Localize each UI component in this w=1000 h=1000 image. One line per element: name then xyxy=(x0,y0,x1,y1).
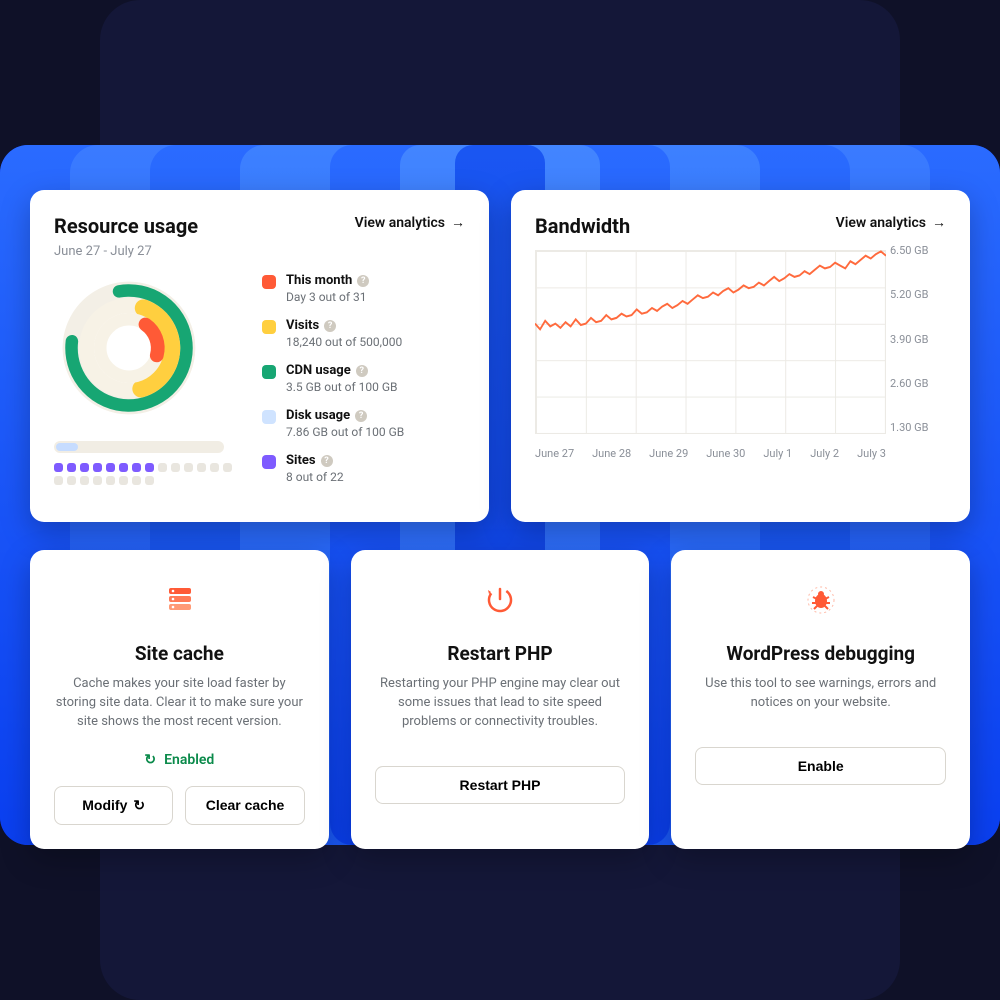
info-icon[interactable]: ? xyxy=(356,365,368,377)
view-analytics-label: View analytics xyxy=(836,215,926,231)
restart-php-label: Restart PHP xyxy=(460,777,541,793)
disk-progress-bar xyxy=(54,441,224,453)
y-tick-label: 3.90 GB xyxy=(890,333,946,346)
info-icon[interactable]: ? xyxy=(355,410,367,422)
legend-desc: 7.86 GB out of 100 GB xyxy=(286,425,404,439)
y-tick-label: 2.60 GB xyxy=(890,377,946,390)
cache-status: Enabled xyxy=(144,752,214,768)
legend-item: CDN usage? 3.5 GB out of 100 GB xyxy=(262,363,465,394)
legend-desc: 18,240 out of 500,000 xyxy=(286,335,402,349)
bandwidth-chart: 6.50 GB5.20 GB3.90 GB2.60 GB1.30 GB June… xyxy=(535,250,946,460)
legend-swatch xyxy=(262,410,276,424)
cache-status-label: Enabled xyxy=(164,752,214,768)
bandwidth-card: Bandwidth View analytics 6.50 GB 5.20 GB 3… xyxy=(511,190,970,522)
server-stack-icon xyxy=(159,580,199,620)
legend-label: Visits? xyxy=(286,318,336,333)
info-icon[interactable]: ? xyxy=(324,320,336,332)
bandwidth-title: Bandwidth xyxy=(535,214,630,238)
clear-cache-button[interactable]: Clear cache xyxy=(185,786,304,825)
php-desc: Restarting your PHP engine may clear out… xyxy=(375,675,626,732)
legend-swatch xyxy=(262,365,276,379)
resource-donut xyxy=(54,273,234,485)
view-analytics-link[interactable]: View analytics xyxy=(355,214,465,231)
legend-desc: 3.5 GB out of 100 GB xyxy=(286,380,397,394)
legend-swatch xyxy=(262,320,276,334)
debug-desc: Use this tool to see warnings, errors an… xyxy=(695,675,946,713)
x-tick-label: July 2 xyxy=(810,447,839,460)
php-title: Restart PHP xyxy=(375,642,626,665)
resource-usage-card: Resource usage June 27 - July 27 View an… xyxy=(30,190,489,522)
x-tick-label: July 3 xyxy=(857,447,886,460)
enable-debug-button[interactable]: Enable xyxy=(695,747,946,785)
restart-php-button[interactable]: Restart PHP xyxy=(375,766,626,804)
site-cache-card: Site cache Cache makes your site load fa… xyxy=(30,550,329,849)
arrow-right-icon xyxy=(932,214,946,231)
legend-swatch xyxy=(262,275,276,289)
x-tick-label: June 28 xyxy=(592,447,631,460)
info-icon[interactable]: ? xyxy=(357,275,369,287)
legend-desc: Day 3 out of 31 xyxy=(286,290,369,304)
modify-cache-button[interactable]: Modify xyxy=(54,786,173,825)
view-analytics-label: View analytics xyxy=(355,215,445,231)
legend-item: Visits? 18,240 out of 500,000 xyxy=(262,318,465,349)
legend-item: This month? Day 3 out of 31 xyxy=(262,273,465,304)
legend-label: Disk usage? xyxy=(286,408,367,423)
legend-label: Sites? xyxy=(286,453,333,468)
debug-title: WordPress debugging xyxy=(695,642,946,665)
x-tick-label: June 27 xyxy=(535,447,574,460)
x-tick-label: July 1 xyxy=(763,447,792,460)
refresh-icon xyxy=(144,752,156,768)
resource-title: Resource usage xyxy=(54,214,198,238)
x-tick-label: June 30 xyxy=(706,447,745,460)
view-analytics-link[interactable]: View analytics xyxy=(836,214,946,231)
wp-debug-card: WordPress debugging Use this tool to see… xyxy=(671,550,970,849)
info-icon[interactable]: ? xyxy=(321,455,333,467)
cache-title: Site cache xyxy=(54,642,305,665)
legend-desc: 8 out of 22 xyxy=(286,470,344,484)
y-tick-label: 6.50 GB xyxy=(890,244,946,257)
legend-item: Disk usage? 7.86 GB out of 100 GB xyxy=(262,408,465,439)
legend-item: Sites? 8 out of 22 xyxy=(262,453,465,484)
cache-desc: Cache makes your site load faster by sto… xyxy=(54,675,305,732)
x-tick-label: June 29 xyxy=(649,447,688,460)
legend-swatch xyxy=(262,455,276,469)
resource-legend: This month? Day 3 out of 31 Visits? 18,240 … xyxy=(262,273,465,498)
restart-php-card: Restart PHP Restarting your PHP engine m… xyxy=(351,550,650,849)
y-tick-label: 5.20 GB xyxy=(890,288,946,301)
enable-debug-label: Enable xyxy=(798,758,844,774)
sites-dot-grid xyxy=(54,463,234,485)
resource-date-range: June 27 - July 27 xyxy=(54,244,198,259)
legend-label: CDN usage? xyxy=(286,363,368,378)
clear-cache-label: Clear cache xyxy=(206,797,285,813)
refresh-icon xyxy=(133,797,145,814)
dashboard-content: Resource usage June 27 - July 27 View an… xyxy=(30,190,970,877)
bug-icon xyxy=(801,580,841,620)
modify-label: Modify xyxy=(82,797,127,813)
power-restart-icon xyxy=(480,580,520,620)
arrow-right-icon xyxy=(451,214,465,231)
legend-label: This month? xyxy=(286,273,369,288)
y-tick-label: 1.30 GB xyxy=(890,421,946,434)
